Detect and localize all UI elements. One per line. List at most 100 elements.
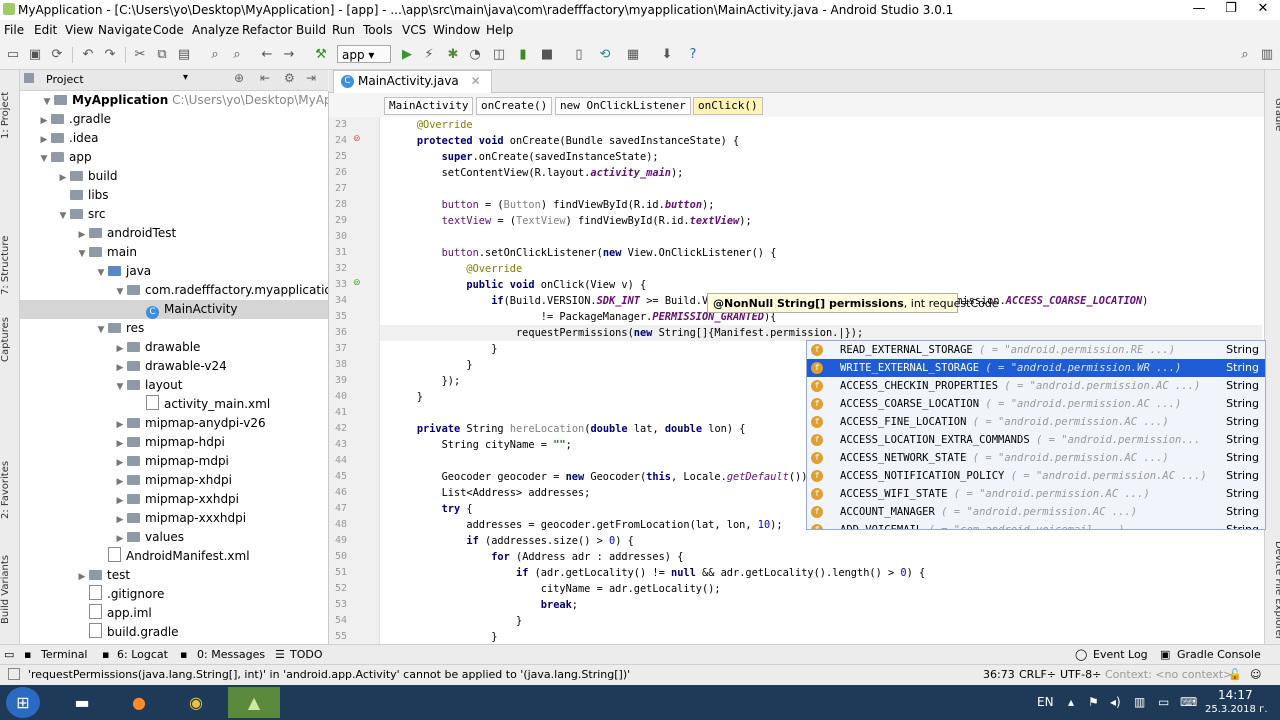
code-line[interactable]: button.setOnClickListener(new View.OnCli… — [392, 245, 777, 261]
attach-debugger-icon[interactable]: ◫ — [490, 46, 508, 64]
code-line[interactable]: requestPermissions(new String[]{Manifest… — [380, 325, 1262, 341]
tree-item-values[interactable]: ▶ values — [20, 528, 185, 547]
bottom-tab-logcat[interactable]: 6: Logcat — [117, 648, 168, 661]
search-icon[interactable]: ⌕ — [1236, 46, 1254, 64]
menu-window[interactable]: Window — [433, 23, 480, 37]
close-button[interactable]: ✕ — [1248, 0, 1278, 18]
start-button[interactable]: ⊞ — [6, 687, 40, 718]
bottom-tab-messages[interactable]: 0: Messages — [197, 648, 265, 661]
status-toggle-icon[interactable] — [8, 668, 20, 680]
menu-build[interactable]: Build — [296, 23, 326, 37]
code-line[interactable]: try { — [392, 501, 473, 517]
tree-item-mipmap-xxxhdpi[interactable]: ▶ mipmap-xxxhdpi — [20, 509, 247, 528]
code-line[interactable]: addresses = geocoder.getFromLocation(lat… — [392, 517, 782, 533]
tree-item-mipmap-mdpi[interactable]: ▶ mipmap-mdpi — [20, 452, 229, 471]
tree-item-app[interactable]: ▼ app — [20, 148, 92, 167]
tree-item-app-iml[interactable]: app.iml — [20, 604, 152, 623]
file-explorer-icon[interactable]: ▬ — [56, 687, 108, 718]
menu-run[interactable]: Run — [332, 23, 355, 37]
tray-arrow-icon[interactable]: ▴ — [1068, 695, 1074, 709]
network-icon[interactable]: ▥ — [1134, 695, 1145, 709]
hide-panel-icon[interactable]: ⇥ — [306, 71, 316, 85]
completion-item[interactable]: f ACCOUNT_MANAGER ( = "android.permission… — [807, 503, 1265, 521]
tool-tab-device-file-explorer[interactable]: Device File Explorer — [1265, 540, 1280, 640]
bottom-tab-gradle-console[interactable]: Gradle Console — [1177, 648, 1261, 661]
menu-refactor[interactable]: Refactor — [242, 23, 292, 37]
help-icon[interactable]: ? — [684, 46, 702, 64]
undo-icon[interactable]: ↶ — [79, 46, 97, 64]
bottom-tab-terminal[interactable]: Terminal — [41, 648, 88, 661]
tree-item-androidmanifest[interactable]: AndroidManifest.xml — [20, 547, 250, 566]
run-configuration-select[interactable]: app ▾ — [337, 45, 391, 63]
line-separator[interactable]: CRLF÷ — [1019, 668, 1056, 681]
menu-code[interactable]: Code — [153, 23, 184, 37]
redo-icon[interactable]: ↷ — [101, 46, 119, 64]
avd-manager-icon[interactable]: ▯ — [570, 46, 588, 64]
tool-tab-structure[interactable]: 7: Structure — [0, 225, 19, 305]
code-line[interactable]: super.onCreate(savedInstanceState); — [392, 149, 659, 165]
tree-item-idea[interactable]: ▶ .idea — [20, 129, 99, 148]
menu-navigate[interactable]: Navigate — [98, 23, 152, 37]
find-icon[interactable]: ⌕ — [206, 46, 224, 64]
code-line[interactable]: Geocoder geocoder = new Geocoder(this, L… — [392, 469, 814, 485]
code-line[interactable]: } — [392, 341, 497, 357]
project-structure-icon[interactable]: ▦ — [624, 46, 642, 64]
file-encoding[interactable]: UTF-8÷ — [1060, 668, 1101, 681]
cut-icon[interactable]: ✂ — [131, 46, 149, 64]
tree-item-gitignore[interactable]: .gitignore — [20, 585, 164, 604]
tree-item-mipmap-anydpi[interactable]: ▶ mipmap-anydpi-v26 — [20, 414, 266, 433]
code-line[interactable]: String cityName = ""; — [392, 437, 572, 453]
tree-item-gradle[interactable]: ▶ .gradle — [20, 110, 112, 129]
code-line[interactable]: List<Address> addresses; — [392, 485, 591, 501]
code-line[interactable]: cityName = adr.getLocality(); — [392, 581, 721, 597]
tool-tab-gradle[interactable]: Gradle — [1265, 90, 1280, 140]
completion-item[interactable]: f ACCESS_CHECKIN_PROPERTIES ( = "android.… — [807, 377, 1265, 395]
completion-item[interactable]: f ACCESS_NETWORK_STATE ( = "android.permi… — [807, 449, 1265, 467]
paste-icon[interactable]: ▤ — [175, 46, 193, 64]
completion-item[interactable]: f ADD_VOICEMAIL ( = "com.android.voicemai… — [807, 521, 1265, 529]
code-line[interactable]: break; — [392, 597, 578, 613]
code-line[interactable]: for (Address adr : addresses) { — [392, 549, 683, 565]
code-line[interactable]: if (addresses.size() > 0) { — [392, 533, 633, 549]
open-folder-icon[interactable]: ▭ — [4, 46, 22, 64]
minimize-button[interactable]: — — [1184, 0, 1214, 18]
tree-item-mipmap-hdpi[interactable]: ▶ mipmap-hdpi — [20, 433, 225, 452]
close-tab-icon[interactable]: ✕ — [471, 74, 481, 88]
chrome-icon[interactable]: ◉ — [170, 687, 222, 718]
implement-marker-icon[interactable]: ⊚ — [353, 278, 361, 288]
tree-item-drawable[interactable]: ▶ drawable — [20, 338, 201, 357]
tree-item-build[interactable]: ▶ build — [20, 167, 118, 186]
tree-item-java[interactable]: ▼ java — [20, 262, 152, 281]
tree-item-androidtest[interactable]: ▶ androidTest — [20, 224, 177, 243]
sync-scroll-icon[interactable]: ⊕ — [234, 71, 244, 85]
tree-item-res[interactable]: ▼ res — [20, 319, 145, 338]
override-marker-icon[interactable]: ⊚ — [353, 134, 361, 144]
power-icon[interactable]: ▭ — [1158, 695, 1169, 709]
make-project-icon[interactable]: ⚒ — [312, 46, 330, 64]
tree-item-build-gradle[interactable]: build.gradle — [20, 623, 179, 642]
apply-changes-icon[interactable]: ⚡ — [420, 46, 438, 64]
android-studio-taskbar-icon[interactable]: ▲ — [228, 687, 280, 718]
collapse-all-icon[interactable]: ⇤ — [260, 71, 270, 85]
tree-item-mainactivity[interactable]: C MainActivity — [20, 300, 328, 319]
code-completion-popup[interactable]: f READ_EXTERNAL_STORAGE ( = "android.perm… — [806, 340, 1266, 530]
flag-icon[interactable]: ⚑ — [1088, 695, 1099, 709]
completion-item[interactable]: f ACCESS_LOCATION_EXTRA_COMMANDS ( = "and… — [807, 431, 1265, 449]
breadcrumb-oncreate[interactable]: onCreate() — [476, 97, 553, 115]
chevron-down-icon[interactable]: ▾ — [183, 72, 188, 83]
run-icon[interactable]: ▶ — [398, 46, 416, 64]
code-line[interactable]: if (adr.getLocality() != null && adr.get… — [392, 565, 925, 581]
tree-item-mipmap-xxhdpi[interactable]: ▶ mipmap-xxhdpi — [20, 490, 239, 509]
tree-item-layout[interactable]: ▼ layout — [20, 376, 183, 395]
clock-time[interactable]: 14:17 — [1218, 688, 1253, 702]
menu-help[interactable]: Help — [486, 23, 513, 37]
tool-tab-project[interactable]: 1: Project — [0, 80, 19, 150]
tree-item-myapplication[interactable]: ▼MyApplication C:\Users\yo\Desktop\MyApp… — [20, 91, 328, 110]
completion-item[interactable]: f ACCESS_FINE_LOCATION ( = "android.permi… — [807, 413, 1265, 431]
code-line[interactable]: textView = (TextView) findViewById(R.id.… — [392, 213, 752, 229]
apk-icon[interactable]: ▮ — [514, 46, 532, 64]
menu-tools[interactable]: Tools — [363, 23, 393, 37]
context-indicator[interactable]: Context: <no context> — [1105, 668, 1232, 681]
completion-item[interactable]: f READ_EXTERNAL_STORAGE ( = "android.perm… — [807, 341, 1265, 359]
completion-item[interactable]: f ACCESS_WIFI_STATE ( = "android.permissi… — [807, 485, 1265, 503]
